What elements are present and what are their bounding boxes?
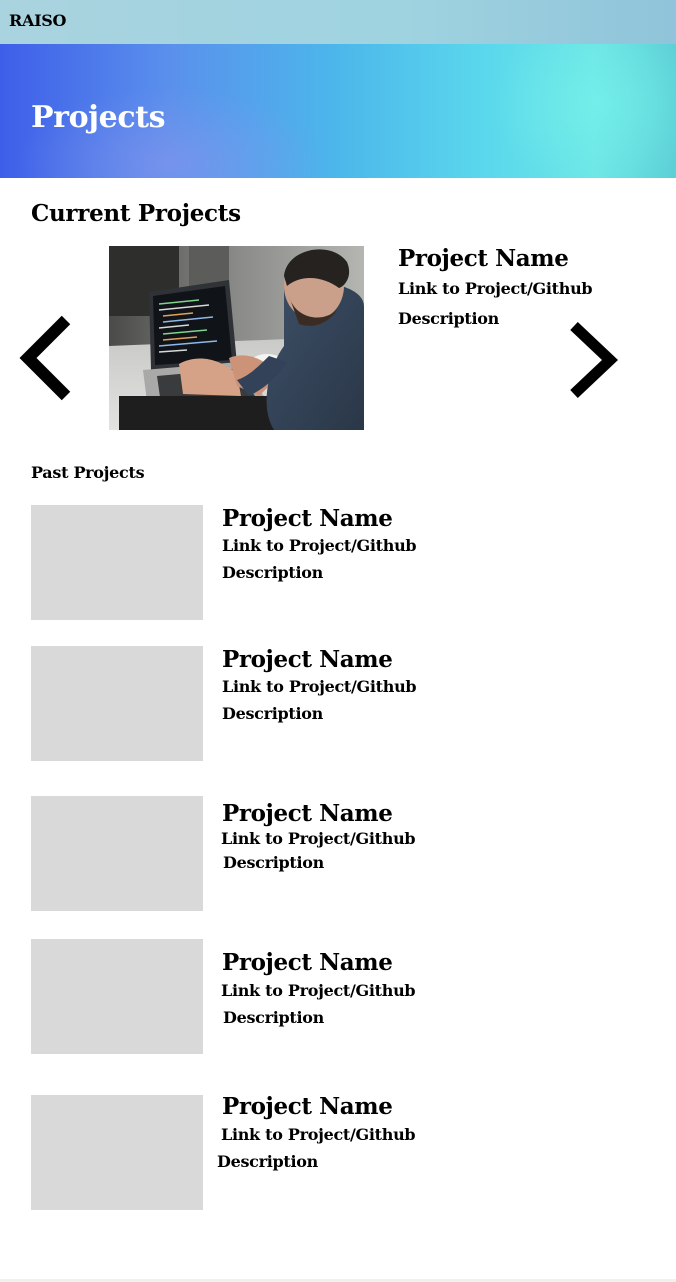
top-bar: RAISO <box>0 0 676 44</box>
project-thumbnail <box>31 646 203 761</box>
chevron-left-icon <box>19 315 71 401</box>
carousel-prev-button[interactable] <box>16 308 86 408</box>
project-name: Project Name <box>222 1093 393 1120</box>
current-projects-heading: Current Projects <box>31 200 241 227</box>
project-link[interactable]: Link to Project/Github <box>222 536 417 555</box>
project-thumbnail <box>31 505 203 620</box>
project-description: Description <box>223 853 324 872</box>
project-link[interactable]: Link to Project/Github <box>222 677 417 696</box>
project-description: Description <box>223 1008 324 1027</box>
current-project-link[interactable]: Link to Project/Github <box>398 274 593 304</box>
project-description: Description <box>222 563 323 582</box>
current-project-image <box>109 246 364 430</box>
project-description: Description <box>217 1152 318 1171</box>
project-link[interactable]: Link to Project/Github <box>221 981 416 1000</box>
project-name: Project Name <box>222 949 393 976</box>
project-link[interactable]: Link to Project/Github <box>221 1125 416 1144</box>
project-name: Project Name <box>222 646 393 673</box>
current-project-name: Project Name <box>398 245 569 272</box>
chevron-right-icon <box>570 322 619 398</box>
project-description: Description <box>222 704 323 723</box>
past-projects-heading: Past Projects <box>31 463 145 482</box>
page-title: Projects <box>31 100 166 135</box>
project-thumbnail <box>31 796 203 911</box>
person-laptop-photo <box>109 246 364 430</box>
project-thumbnail <box>31 939 203 1054</box>
project-thumbnail <box>31 1095 203 1210</box>
brand-logo[interactable]: RAISO <box>9 11 67 30</box>
carousel-next-button[interactable] <box>560 314 630 414</box>
project-name: Project Name <box>222 505 393 532</box>
hero-banner: Projects <box>0 44 676 178</box>
project-name: Project Name <box>222 800 393 827</box>
project-link[interactable]: Link to Project/Github <box>221 829 416 848</box>
